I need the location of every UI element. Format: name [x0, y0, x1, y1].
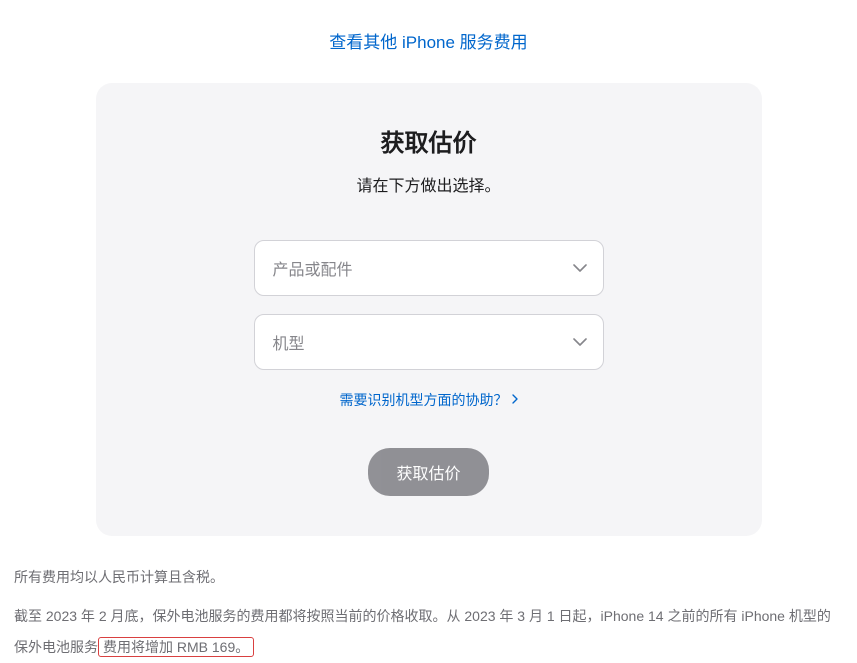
chevron-right-icon	[512, 393, 518, 407]
footer-line-2: 截至 2023 年 2 月底，保外电池服务的费用都将按照当前的价格收取。从 20…	[14, 601, 843, 663]
model-select[interactable]: 机型	[254, 314, 604, 370]
card-subtitle: 请在下方做出选择。	[136, 172, 722, 196]
model-select-placeholder: 机型	[273, 330, 305, 354]
estimate-card: 获取估价 请在下方做出选择。 产品或配件 机型 需要识别机型方面的协助？ 获取估…	[96, 83, 762, 536]
get-estimate-button[interactable]: 获取估价	[368, 448, 488, 496]
identify-model-help-link[interactable]: 需要识别机型方面的协助？	[340, 390, 518, 410]
model-select-wrapper: 机型	[254, 314, 604, 370]
footer-notes: 所有费用均以人民币计算且含税。 截至 2023 年 2 月底，保外电池服务的费用…	[0, 536, 857, 662]
card-title: 获取估价	[136, 123, 722, 158]
product-select[interactable]: 产品或配件	[254, 240, 604, 296]
other-services-link[interactable]: 查看其他 iPhone 服务费用	[329, 33, 527, 52]
footer-line-1: 所有费用均以人民币计算且含税。	[14, 562, 843, 593]
submit-row: 获取估价	[136, 448, 722, 496]
price-increase-highlight: 费用将增加 RMB 169。	[98, 637, 254, 657]
chevron-down-icon	[573, 259, 587, 277]
top-link-container: 查看其他 iPhone 服务费用	[0, 0, 857, 71]
help-link-label: 需要识别机型方面的协助？	[340, 390, 508, 410]
product-select-placeholder: 产品或配件	[273, 256, 353, 280]
product-select-wrapper: 产品或配件	[254, 240, 604, 296]
chevron-down-icon	[573, 333, 587, 351]
